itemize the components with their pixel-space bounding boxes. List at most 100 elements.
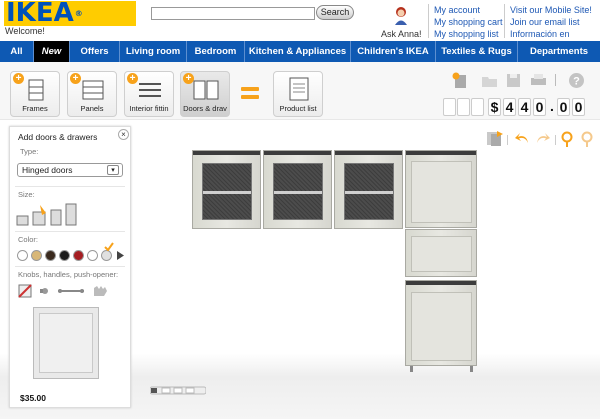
view-slider[interactable] (150, 385, 206, 396)
search-button[interactable]: Search (316, 5, 354, 20)
interior-fittings-button[interactable]: + Interior fittin (124, 71, 174, 117)
tall-cabinet-lower[interactable] (405, 280, 477, 366)
divider (15, 231, 125, 232)
print-icon[interactable] (530, 72, 547, 89)
knob-options[interactable] (18, 283, 110, 298)
size-options[interactable] (16, 203, 80, 227)
header-links-account: My account My shopping cart My shopping … (434, 4, 503, 40)
ask-anna-link[interactable]: Ask Anna! (381, 29, 422, 39)
more-colors-arrow-icon[interactable] (116, 251, 124, 260)
glass-door (344, 163, 394, 220)
color-swatch-white[interactable] (17, 250, 28, 261)
frames-button[interactable]: + Frames (10, 71, 60, 117)
main-nav: All New Offers Living room Bedroom Kitch… (0, 41, 600, 62)
redo-icon[interactable] (535, 131, 551, 147)
price-decimal-point: . (550, 98, 554, 114)
price-digit: 0 (533, 98, 546, 116)
equals-icon (241, 87, 259, 101)
color-label: Color: (18, 235, 39, 244)
color-swatch-glass[interactable] (101, 250, 112, 261)
search-input[interactable] (151, 7, 315, 20)
divider (504, 4, 505, 38)
my-account-link[interactable]: My account (434, 4, 503, 16)
cabinet-leg (470, 366, 473, 372)
divider (15, 266, 125, 267)
interior-fittings-label: Interior fittin (129, 104, 169, 113)
shelf (203, 191, 251, 194)
cabinet-top (406, 151, 476, 155)
rotate-view-icon[interactable] (486, 131, 504, 147)
nav-item-departments[interactable]: Departments (517, 41, 600, 62)
divider (555, 135, 556, 145)
product-list-button[interactable]: Product list (273, 71, 323, 117)
doors-drawers-button[interactable]: + Doors & drav (180, 71, 230, 117)
divider (555, 74, 556, 86)
type-select[interactable]: Hinged doors ▾ (17, 163, 123, 177)
doors-drawers-label: Doors & drav (183, 104, 227, 113)
door-panel (411, 236, 472, 272)
product-list-icon (289, 77, 309, 101)
color-swatch-red[interactable] (73, 250, 84, 261)
zoom-out-icon[interactable] (580, 131, 594, 147)
logo-mark: ® (74, 9, 83, 18)
glass-door (273, 163, 323, 220)
divider (15, 186, 125, 187)
wall-cabinet[interactable] (263, 150, 332, 229)
my-shopping-list-link[interactable]: My shopping list (434, 28, 503, 40)
price-digit: 0 (572, 98, 585, 116)
door-panel (411, 161, 472, 223)
nav-item-new[interactable]: New (33, 41, 69, 62)
divider (428, 4, 429, 38)
nav-item-childrens-ikea[interactable]: Children's IKEA (350, 41, 435, 62)
price-digit: $ (488, 98, 501, 116)
open-folder-icon[interactable] (481, 72, 498, 89)
color-swatch-high-gloss[interactable] (87, 250, 98, 261)
price-digit: 4 (518, 98, 531, 116)
ask-anna-avatar-icon[interactable] (393, 5, 409, 25)
price-digit: 0 (557, 98, 570, 116)
color-swatch-black[interactable] (59, 250, 70, 261)
panel-icon (82, 80, 104, 100)
nav-item-textiles-rugs[interactable]: Textiles & Rugs (435, 41, 517, 62)
wall-cabinet[interactable] (192, 150, 261, 229)
tall-cabinet-middle[interactable] (405, 229, 477, 277)
panels-button[interactable]: + Panels (67, 71, 117, 117)
type-label: Type: (20, 147, 39, 156)
divider (507, 135, 508, 145)
new-document-icon[interactable] (452, 72, 469, 89)
help-icon[interactable]: ? (568, 72, 585, 89)
mobile-site-link[interactable]: Visit our Mobile Site! (510, 4, 600, 16)
nav-item-kitchen-appliances[interactable]: Kitchen & Appliances (244, 41, 350, 62)
cabinet-top (335, 151, 402, 155)
ikea-logo[interactable]: IKEA® (4, 0, 136, 28)
cabinet-top (264, 151, 331, 155)
price-digit (457, 98, 470, 116)
nav-item-all[interactable]: All (0, 41, 33, 62)
item-price: $35.00 (20, 393, 46, 403)
email-list-link[interactable]: Join our email list (510, 16, 600, 28)
panel-title: Add doors & drawers (18, 132, 98, 142)
my-shopping-cart-link[interactable]: My shopping cart (434, 16, 503, 28)
type-select-value: Hinged doors (22, 165, 73, 175)
price-digit: 4 (503, 98, 516, 116)
doors-drawers-icon (193, 80, 219, 100)
color-swatch-brown[interactable] (45, 250, 56, 261)
interior-fitting-icon (139, 83, 161, 97)
zoom-in-icon[interactable] (560, 131, 574, 147)
nav-item-bedroom[interactable]: Bedroom (186, 41, 244, 62)
shelf (345, 191, 393, 194)
frame-icon (28, 79, 44, 101)
wall-cabinet[interactable] (334, 150, 403, 229)
close-button[interactable]: × (118, 129, 129, 140)
logo-text: IKEA (6, 0, 74, 28)
add-icon: + (13, 73, 24, 84)
undo-icon[interactable] (514, 131, 530, 147)
nav-item-living-room[interactable]: Living room (119, 41, 186, 62)
color-swatch-birch[interactable] (31, 250, 42, 261)
price-digit (471, 98, 484, 116)
nav-item-offers[interactable]: Offers (69, 41, 119, 62)
tall-cabinet-upper[interactable] (405, 150, 477, 228)
save-icon[interactable] (505, 72, 522, 89)
frames-label: Frames (22, 104, 48, 113)
cabinet-top (193, 151, 260, 155)
